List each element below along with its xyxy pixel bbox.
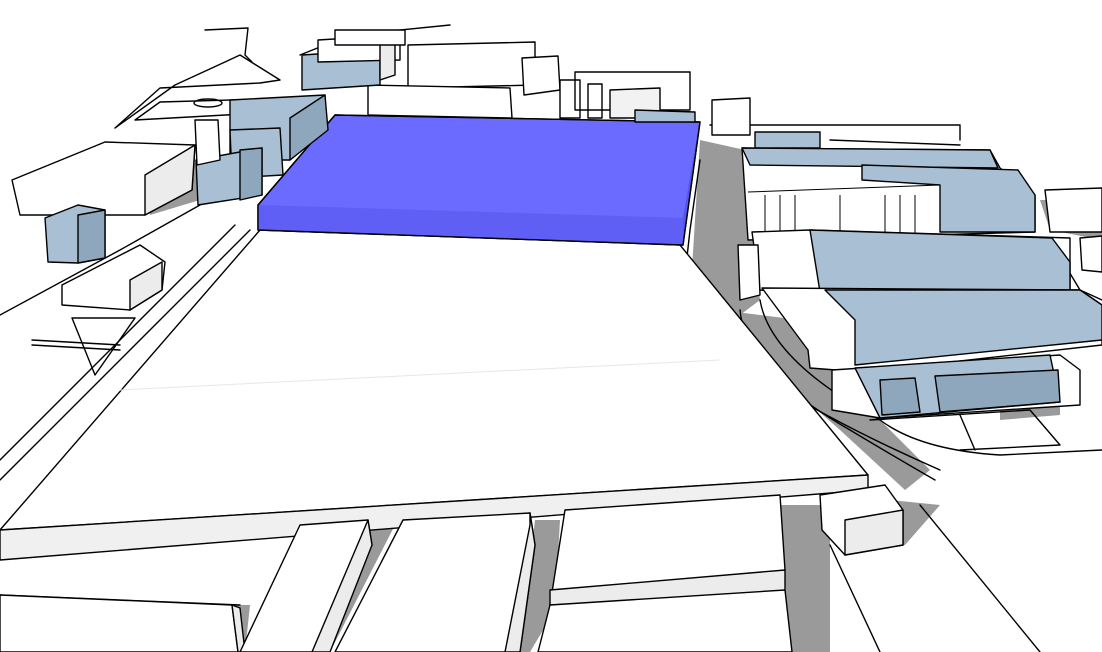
far-west-blue-cube-side: [77, 209, 106, 264]
foreground-building-1: [0, 594, 239, 652]
far-east-small: [1079, 235, 1102, 273]
parcel-north-east-2: [829, 139, 961, 146]
3d-viewport[interactable]: [0, 0, 1102, 652]
north-building-3: [521, 55, 561, 96]
north-blue-strip: [634, 109, 696, 123]
east-white-tower: [711, 97, 751, 136]
north-building-2: [367, 84, 513, 119]
parcel-line-north: [204, 27, 253, 63]
plot-line-a: [31, 339, 121, 346]
far-east-building: [1044, 187, 1102, 233]
triangle-plot: [71, 317, 136, 376]
west-white-tower: [194, 119, 221, 166]
west-blue-building-3-side: [239, 147, 263, 201]
east-warehouse-big-blue-roof: [824, 289, 1102, 366]
nw-white-building-1-side: [379, 41, 396, 81]
east-small-blue: [754, 131, 821, 149]
north-tower-1: [559, 79, 581, 119]
proposed-block[interactable]: [257, 114, 701, 246]
parcel-southeast-div: [959, 414, 976, 451]
foreground-edge-c: [829, 544, 881, 652]
massing-model-scene: [0, 24, 1102, 652]
foreground-edge-b: [919, 504, 1041, 652]
north-building-1-roof: [407, 41, 536, 89]
nw-white-building-2: [334, 29, 406, 46]
east-warehouse-low-bay-1: [879, 377, 921, 416]
north-tower-2: [587, 83, 603, 119]
east-mid-building-blue-roof: [809, 229, 1071, 293]
plot-line-b: [31, 344, 121, 351]
east-narrow-wing: [737, 244, 761, 301]
